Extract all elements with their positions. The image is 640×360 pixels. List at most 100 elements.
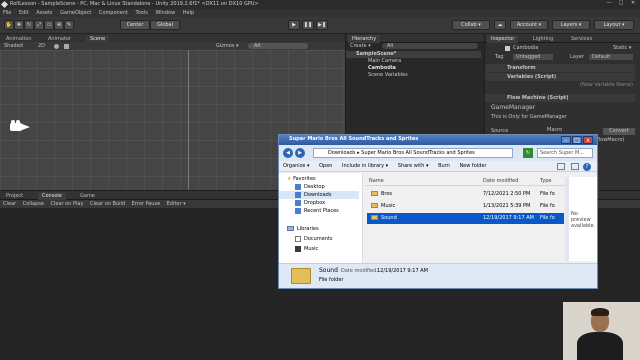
hierarchy-row[interactable]: SampleScene*: [346, 51, 481, 58]
column-date-modified[interactable]: Date modified: [483, 177, 518, 186]
transform-tool-button[interactable]: ⊕: [54, 20, 64, 30]
menu-component[interactable]: Component: [99, 10, 128, 16]
column-type[interactable]: Type: [540, 177, 551, 186]
rotate-tool-button[interactable]: ↻: [24, 20, 34, 30]
lighting-toggle-icon[interactable]: [54, 44, 59, 49]
back-button-icon[interactable]: ◀: [283, 148, 293, 158]
tab-inspector[interactable]: Inspector: [487, 35, 519, 43]
column-name[interactable]: Name: [369, 177, 384, 186]
object-active-checkbox[interactable]: [505, 46, 510, 51]
preview-text: No preview available.: [571, 211, 596, 229]
2d-toggle[interactable]: 2D: [38, 44, 45, 49]
hierarchy-row[interactable]: Main Camera: [346, 58, 481, 65]
component-variables[interactable]: Variables (Script): [485, 73, 635, 81]
pivot-center-toggle[interactable]: Center: [120, 20, 150, 30]
component-transform[interactable]: Transform: [485, 64, 635, 72]
collab-button[interactable]: Collab ▾: [452, 20, 490, 30]
account-dropdown[interactable]: Account ▾: [510, 20, 548, 30]
breadcrumb-current-folder[interactable]: Super Mario Bros All SoundTracks and Spr…: [361, 150, 475, 156]
hierarchy-row[interactable]: Scene Variables: [346, 72, 481, 79]
maximize-button[interactable]: □: [616, 1, 626, 6]
explorer-window[interactable]: Super Mario Bros All SoundTracks and Spr…: [278, 134, 598, 289]
include-in-library-menu[interactable]: Include in library ▾: [342, 163, 388, 169]
console-clear-button[interactable]: Clear: [3, 201, 16, 207]
cloud-icon[interactable]: ☁: [494, 20, 506, 30]
explorer-close-button[interactable]: x: [583, 136, 593, 144]
scene-toolbar: Shaded 2D Gizmos ▾ All: [0, 42, 345, 50]
tab-console[interactable]: Console: [38, 192, 66, 200]
folder-large-icon: [291, 268, 311, 284]
hierarchy-create-button[interactable]: Create ▾: [350, 44, 371, 49]
menu-gameobject[interactable]: GameObject: [60, 10, 91, 16]
tab-hierarchy[interactable]: Hierarchy: [348, 35, 381, 43]
close-button[interactable]: ✕: [628, 1, 638, 6]
rect-tool-button[interactable]: ▭: [44, 20, 54, 30]
component-flow-machine[interactable]: Flow Machine (Script): [485, 94, 635, 102]
layer-dropdown[interactable]: Default: [589, 54, 633, 60]
file-row-selected[interactable]: Sound 12/19/2017 9:17 AM File fo: [367, 213, 564, 224]
console-collapse-button[interactable]: Collapse: [23, 201, 44, 207]
convert-button[interactable]: Convert: [603, 128, 635, 135]
static-toggle[interactable]: Static ▾: [613, 46, 631, 51]
menu-file[interactable]: File: [3, 10, 11, 16]
new-folder-button[interactable]: New folder: [459, 163, 486, 169]
explorer-minimize-button[interactable]: -: [561, 136, 571, 144]
tab-game[interactable]: Game: [76, 192, 99, 200]
view-options-icon[interactable]: [557, 163, 565, 170]
hand-tool-button[interactable]: ✋: [4, 20, 14, 30]
camera-gizmo-icon[interactable]: [10, 120, 30, 132]
macro-field[interactable]: flowMacro): [597, 138, 624, 143]
layout-dropdown[interactable]: Layout ▾: [594, 20, 634, 30]
help-icon[interactable]: ?: [583, 163, 591, 171]
shading-dropdown[interactable]: Shaded: [4, 44, 23, 49]
minimize-button[interactable]: —: [604, 1, 614, 6]
play-button[interactable]: ▶: [288, 20, 300, 30]
step-button[interactable]: ▶❚: [316, 20, 328, 30]
explorer-title-bar[interactable]: Super Mario Bros All SoundTracks and Spr…: [279, 135, 597, 145]
tag-dropdown[interactable]: Untagged: [513, 54, 553, 60]
forward-button-icon[interactable]: ▶: [295, 148, 305, 158]
audio-toggle-icon[interactable]: [64, 44, 69, 49]
menu-assets[interactable]: Assets: [36, 10, 52, 16]
hierarchy-search[interactable]: All: [382, 43, 478, 49]
address-bar[interactable]: Downloads ▸ Super Mario Bros All SoundTr…: [313, 148, 513, 158]
menu-window[interactable]: Window: [155, 10, 175, 16]
share-with-menu[interactable]: Share with ▾: [398, 163, 429, 169]
console-clear-on-play-button[interactable]: Clear on Play: [51, 201, 84, 207]
hierarchy-row[interactable]: Cambodia: [346, 65, 481, 72]
file-row[interactable]: Music 1/13/2021 5:39 PM File fo: [367, 201, 564, 212]
move-tool-button[interactable]: ✥: [14, 20, 24, 30]
menu-edit[interactable]: Edit: [19, 10, 29, 16]
explorer-maximize-button[interactable]: □: [572, 136, 582, 144]
console-editor-dropdown[interactable]: Editor ▾: [167, 201, 186, 207]
refresh-icon[interactable]: ↻: [523, 148, 533, 158]
tab-services[interactable]: Services: [567, 35, 596, 43]
breadcrumb-downloads[interactable]: Downloads: [328, 150, 355, 156]
preview-pane: No preview available.: [569, 177, 597, 261]
global-toggle[interactable]: Global: [150, 20, 180, 30]
layers-dropdown[interactable]: Layers ▾: [552, 20, 590, 30]
menu-tools[interactable]: Tools: [136, 10, 148, 16]
tab-project[interactable]: Project: [2, 192, 27, 200]
presenter-body: [577, 332, 623, 360]
console-error-pause-button[interactable]: Error Pause: [132, 201, 160, 207]
open-button[interactable]: Open: [319, 163, 332, 169]
object-name-field[interactable]: Cambodia: [513, 46, 538, 51]
explorer-details-pane: Sound Date modified: 12/19/2017 9:17 AM …: [279, 263, 597, 288]
menu-help[interactable]: Help: [183, 10, 194, 16]
source-dropdown[interactable]: Macro: [547, 128, 562, 133]
pause-button[interactable]: ❚❚: [302, 20, 314, 30]
burn-button[interactable]: Burn: [438, 163, 450, 169]
preview-pane-icon[interactable]: [571, 163, 579, 170]
scene-search[interactable]: All: [248, 43, 308, 49]
gizmos-dropdown[interactable]: Gizmos ▾: [216, 44, 239, 49]
console-clear-on-build-button[interactable]: Clear on Build: [90, 201, 125, 207]
details-date-label: Date modified:: [341, 268, 379, 274]
explorer-search-input[interactable]: Search Super M...: [537, 148, 593, 158]
file-row[interactable]: Bros 7/12/2021 2:50 PM File fo: [367, 189, 564, 200]
tab-lighting[interactable]: Lighting: [529, 35, 557, 43]
scale-tool-button[interactable]: ⤢: [34, 20, 44, 30]
custom-tool-button[interactable]: ✎: [64, 20, 74, 30]
new-variable-field[interactable]: (New Variable Name): [580, 83, 633, 88]
organize-menu[interactable]: Organize ▾: [283, 163, 310, 169]
